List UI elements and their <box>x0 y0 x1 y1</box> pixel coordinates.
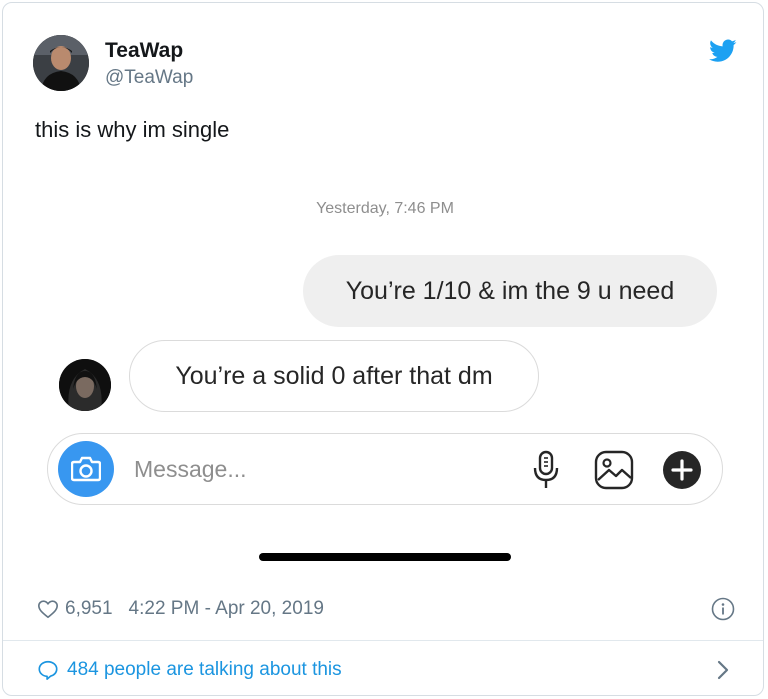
incoming-message-bubble: You’re a solid 0 after that dm <box>129 340 539 412</box>
camera-icon <box>71 456 101 482</box>
dm-timestamp: Yesterday, 7:46 PM <box>316 200 454 217</box>
author-name[interactable]: TeaWap <box>105 39 183 63</box>
tweet-embed-card: TeaWap @TeaWap this is why im single Yes… <box>2 2 764 696</box>
plus-icon[interactable] <box>662 450 702 490</box>
outgoing-message-bubble: You’re 1/10 & im the 9 u need <box>303 255 717 327</box>
incoming-message-text: You’re a solid 0 after that dm <box>175 361 493 390</box>
home-indicator <box>259 553 511 561</box>
tweet-meta: 6,951 4:22 PM - Apr 20, 2019 <box>37 597 324 621</box>
message-composer <box>47 433 723 505</box>
conversation-text[interactable]: 484 people are talking about this <box>67 659 342 681</box>
outgoing-message-text: You’re 1/10 & im the 9 u need <box>345 276 675 305</box>
info-icon[interactable] <box>711 597 735 621</box>
conversation-link[interactable]: 484 people are talking about this <box>37 657 342 683</box>
message-input[interactable] <box>134 452 514 486</box>
author-handle[interactable]: @TeaWap <box>105 67 193 89</box>
gallery-icon[interactable] <box>594 450 634 490</box>
tweet-text: this is why im single <box>35 117 230 142</box>
reply-bubble-icon <box>38 660 58 680</box>
author-avatar[interactable] <box>33 35 89 91</box>
microphone-icon[interactable] <box>532 450 560 490</box>
heart-icon[interactable] <box>37 598 59 620</box>
divider <box>3 640 763 641</box>
recipient-avatar <box>59 359 111 411</box>
chevron-right-icon[interactable] <box>715 659 731 681</box>
like-count[interactable]: 6,951 <box>65 598 113 620</box>
twitter-bird-icon[interactable] <box>709 39 737 63</box>
tweet-timestamp[interactable]: 4:22 PM - Apr 20, 2019 <box>129 598 324 620</box>
camera-button[interactable] <box>58 441 114 497</box>
